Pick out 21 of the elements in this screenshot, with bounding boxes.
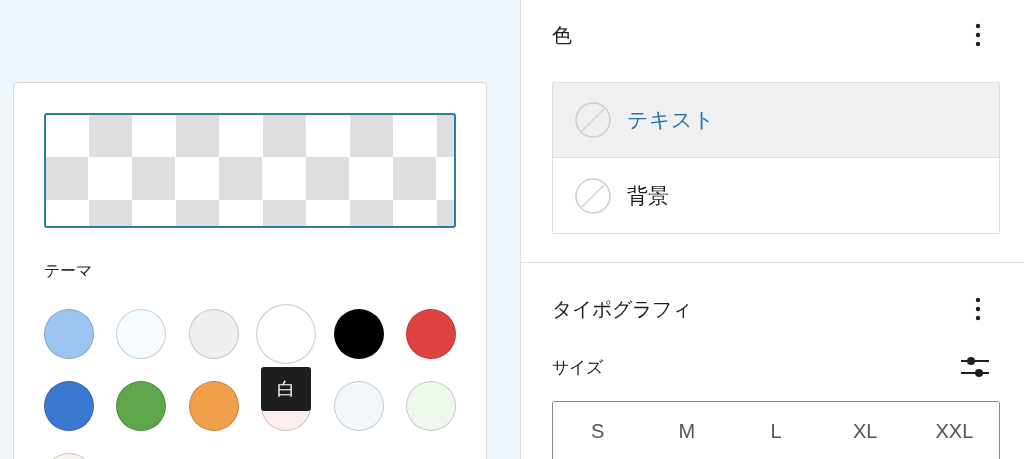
no-color-icon: [575, 177, 611, 214]
color-swatch[interactable]: [44, 381, 94, 431]
color-swatch[interactable]: [188, 381, 239, 431]
color-swatch[interactable]: [405, 309, 456, 359]
sliders-icon[interactable]: [960, 355, 990, 379]
color-swatch[interactable]: [405, 381, 456, 431]
color-swatch[interactable]: [116, 381, 167, 431]
size-label: サイズ: [552, 355, 603, 379]
tooltip: 白: [261, 367, 312, 411]
color-swatch[interactable]: [116, 309, 167, 359]
more-options-icon[interactable]: [975, 297, 981, 321]
panel-title: 色: [552, 21, 572, 49]
more-options-icon[interactable]: [975, 23, 981, 47]
color-setting-item[interactable]: テキスト: [553, 83, 999, 158]
color-swatch[interactable]: [44, 309, 94, 359]
no-color-icon: [575, 102, 611, 138]
panel-title: タイポグラフィ: [552, 295, 692, 323]
color-swatch[interactable]: [333, 309, 384, 359]
color-swatch[interactable]: [333, 381, 384, 431]
section-label: テーマ: [44, 261, 93, 281]
color-swatch[interactable]: [188, 309, 239, 359]
